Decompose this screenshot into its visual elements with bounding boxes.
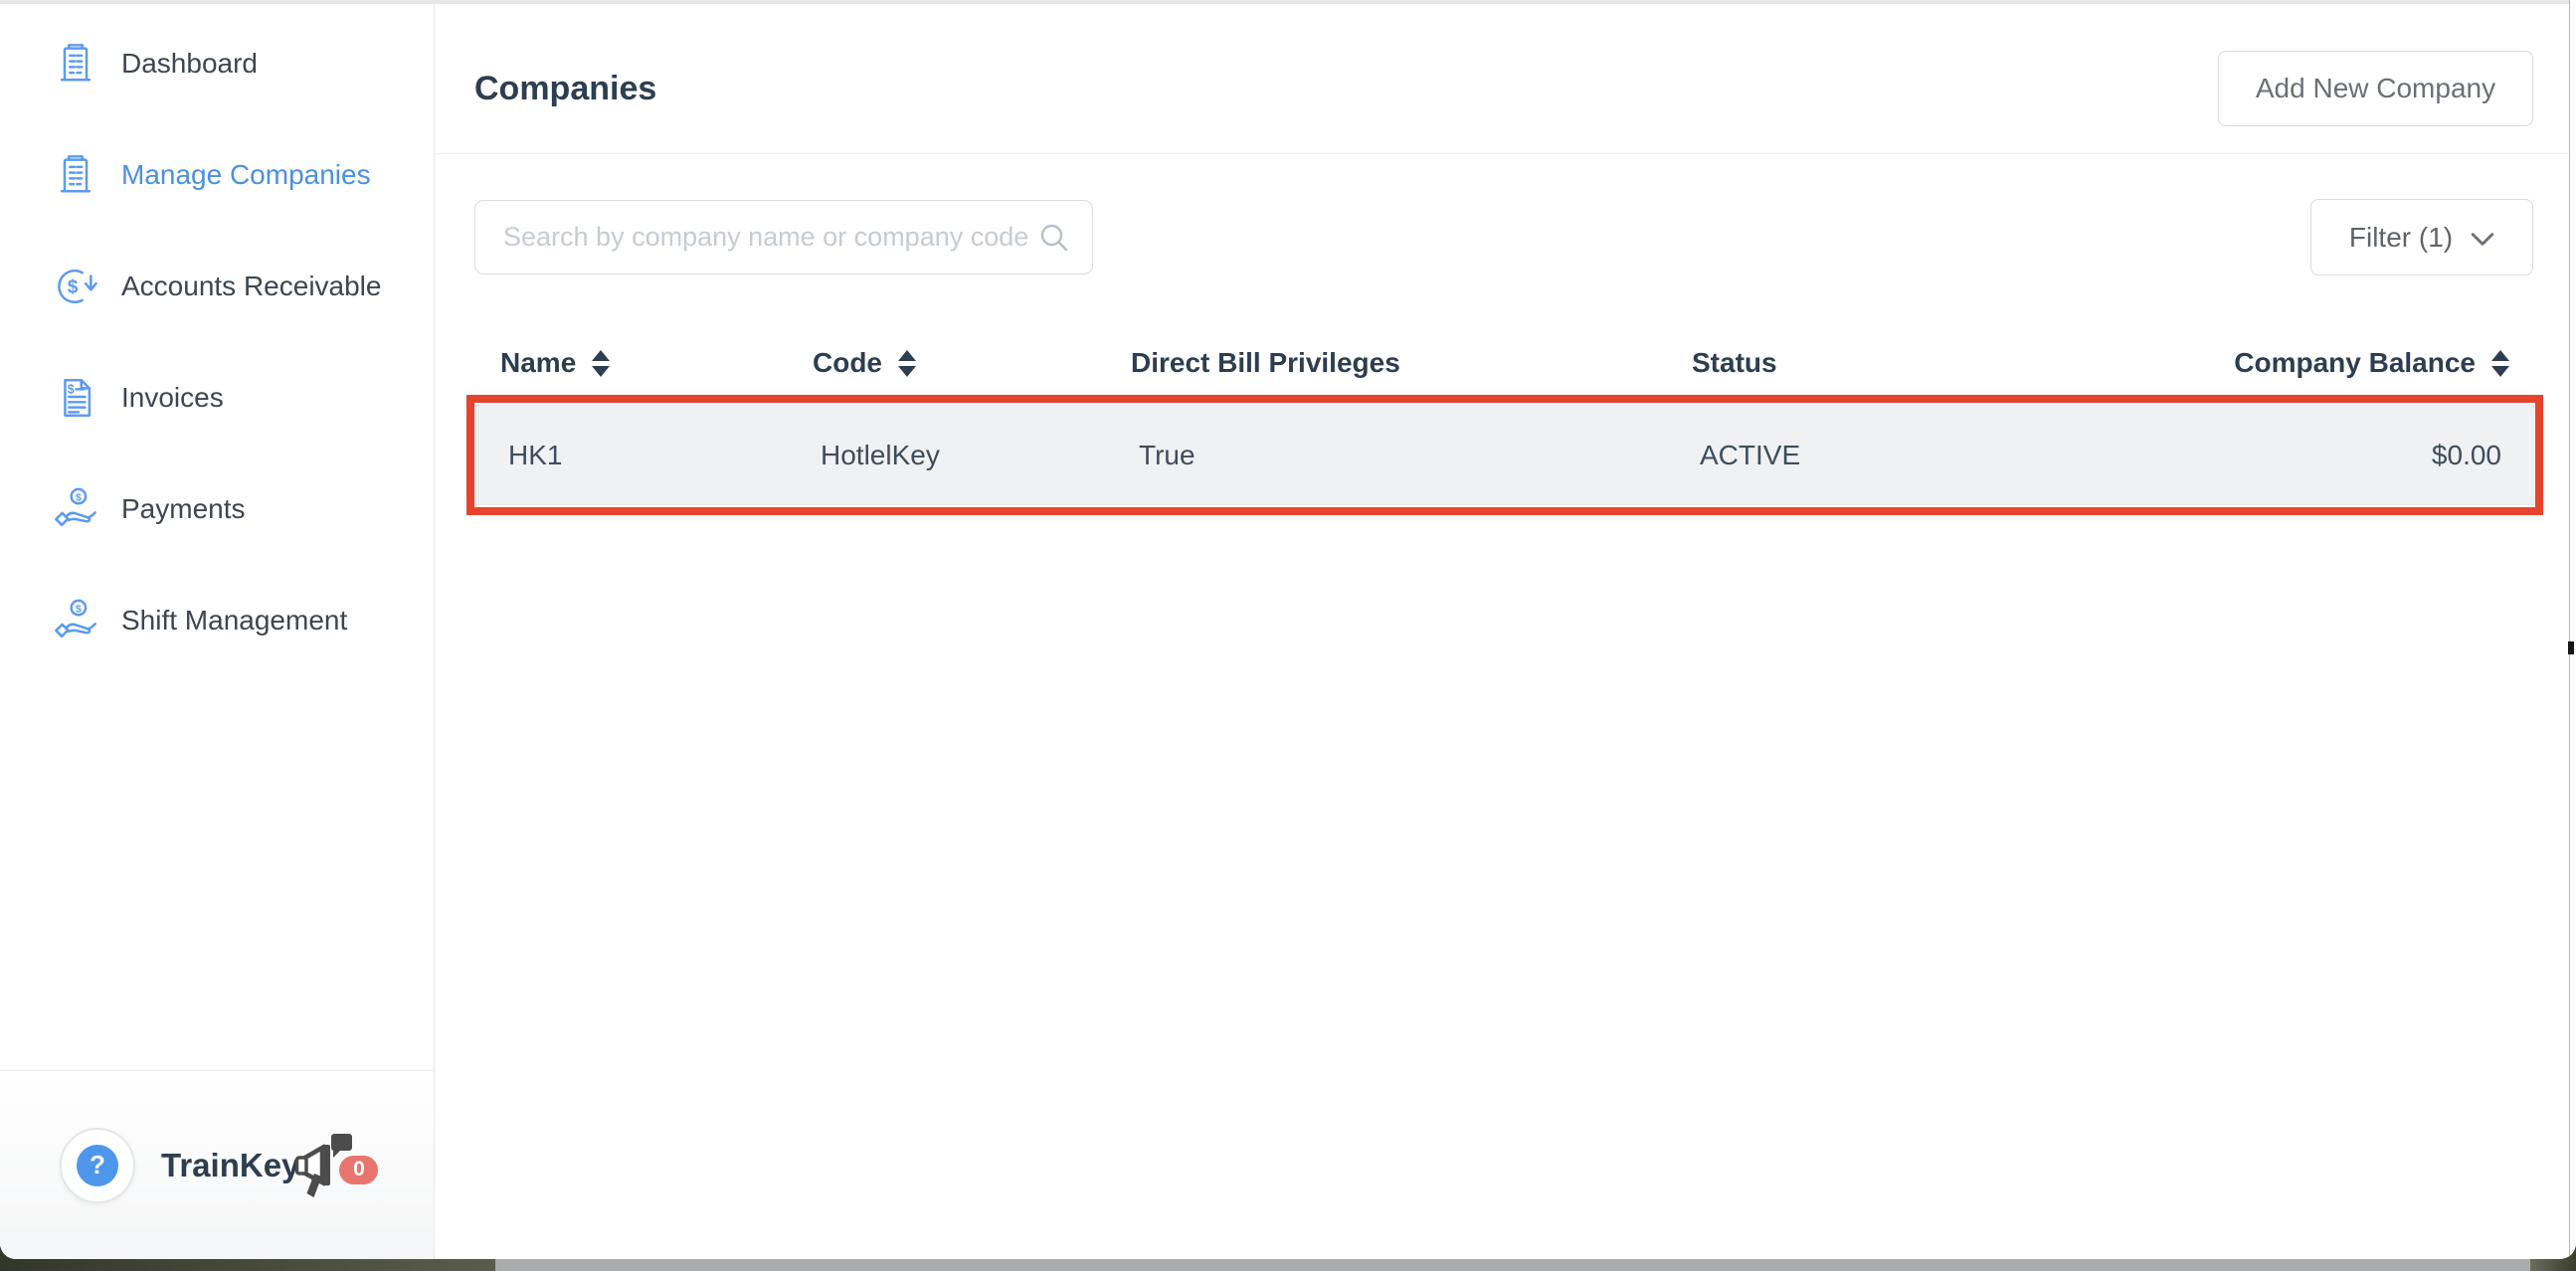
sort-icon — [2491, 350, 2509, 377]
companies-table: Name Code Direct Bill Privileges Status — [466, 337, 2543, 515]
table-row[interactable]: HK1 HotlelKey True ACTIVE $0.00 — [474, 405, 2535, 505]
hand-coin-icon: $ — [52, 597, 99, 644]
sort-icon — [592, 350, 610, 377]
filter-label: Filter (1) — [2349, 222, 2453, 254]
brand-trainkey: TrainKey — [161, 1147, 299, 1184]
building-icon — [52, 40, 99, 88]
sidebar-item-shift-management[interactable]: $ Shift Management — [0, 585, 434, 656]
cell-code: HotlelKey — [821, 440, 1139, 471]
sidebar-item-label: Shift Management — [121, 605, 347, 636]
column-header-name[interactable]: Name — [500, 347, 813, 379]
sidebar-item-label: Accounts Receivable — [121, 271, 381, 302]
highlight-rectangle: HK1 HotlelKey True ACTIVE $0.00 — [466, 395, 2543, 515]
chevron-down-icon — [2471, 232, 2494, 247]
sidebar-item-manage-companies[interactable]: Manage Companies — [0, 139, 434, 211]
add-new-company-button[interactable]: Add New Company — [2218, 51, 2533, 126]
filter-button[interactable]: Filter (1) — [2310, 199, 2533, 275]
cell-status: ACTIVE — [1700, 440, 2237, 471]
sidebar-footer: ? TrainKey 0 — [0, 1070, 434, 1259]
sidebar-item-dashboard[interactable]: Dashboard — [0, 28, 434, 99]
main-content: Companies Add New Company Filter (1) — [435, 0, 2576, 1259]
svg-text:$: $ — [68, 383, 75, 397]
cell-name: HK1 — [508, 440, 821, 471]
table-header-row: Name Code Direct Bill Privileges Status — [466, 337, 2543, 389]
sidebar-item-label: Manage Companies — [121, 159, 371, 191]
sidebar-item-payments[interactable]: $ Payments — [0, 473, 434, 545]
cell-balance: $0.00 — [2237, 440, 2535, 471]
invoice-document-icon: $ — [52, 374, 99, 422]
column-header-status: Status — [1692, 347, 2229, 379]
hand-coin-icon: $ — [52, 485, 99, 533]
building-icon — [52, 151, 99, 199]
screen: Documents Dashboard — [0, 0, 2576, 1271]
dollar-circle-arrow-icon: $ — [52, 263, 99, 310]
svg-text:$: $ — [76, 491, 82, 503]
sidebar-item-label: Payments — [121, 493, 246, 525]
search-box — [474, 200, 1093, 274]
column-header-company-balance[interactable]: Company Balance — [2229, 347, 2543, 379]
sidebar-item-accounts-receivable[interactable]: $ Accounts Receivable — [0, 251, 434, 322]
help-button[interactable]: ? — [60, 1128, 135, 1203]
scrollbar — [2569, 0, 2576, 1259]
window-top-edge — [0, 0, 2576, 4]
cell-direct-bill: True — [1139, 440, 1700, 471]
search-input[interactable] — [503, 222, 1038, 253]
page-title: Companies — [474, 70, 656, 108]
search-icon — [1038, 222, 1070, 254]
sidebar: Dashboard Manage Companies — [0, 0, 435, 1259]
announcement-count-badge: 0 — [339, 1156, 378, 1184]
column-header-code[interactable]: Code — [813, 347, 1131, 379]
toolbar: Filter (1) — [435, 199, 2576, 275]
svg-text:$: $ — [68, 277, 79, 298]
sidebar-item-label: Invoices — [121, 382, 224, 414]
svg-text:$: $ — [76, 603, 82, 615]
scrollbar-thumb[interactable] — [2568, 641, 2574, 654]
column-header-direct-bill: Direct Bill Privileges — [1131, 347, 1692, 379]
page-header: Companies Add New Company — [435, 0, 2576, 154]
sidebar-item-label: Dashboard — [121, 48, 258, 80]
sidebar-item-invoices[interactable]: $ Invoices — [0, 362, 434, 434]
sidebar-nav: Dashboard Manage Companies — [0, 0, 434, 656]
app-window: Dashboard Manage Companies — [0, 0, 2576, 1259]
question-mark-icon: ? — [77, 1145, 118, 1186]
sort-icon — [898, 350, 916, 377]
announcements-button[interactable]: 0 — [295, 1130, 385, 1201]
